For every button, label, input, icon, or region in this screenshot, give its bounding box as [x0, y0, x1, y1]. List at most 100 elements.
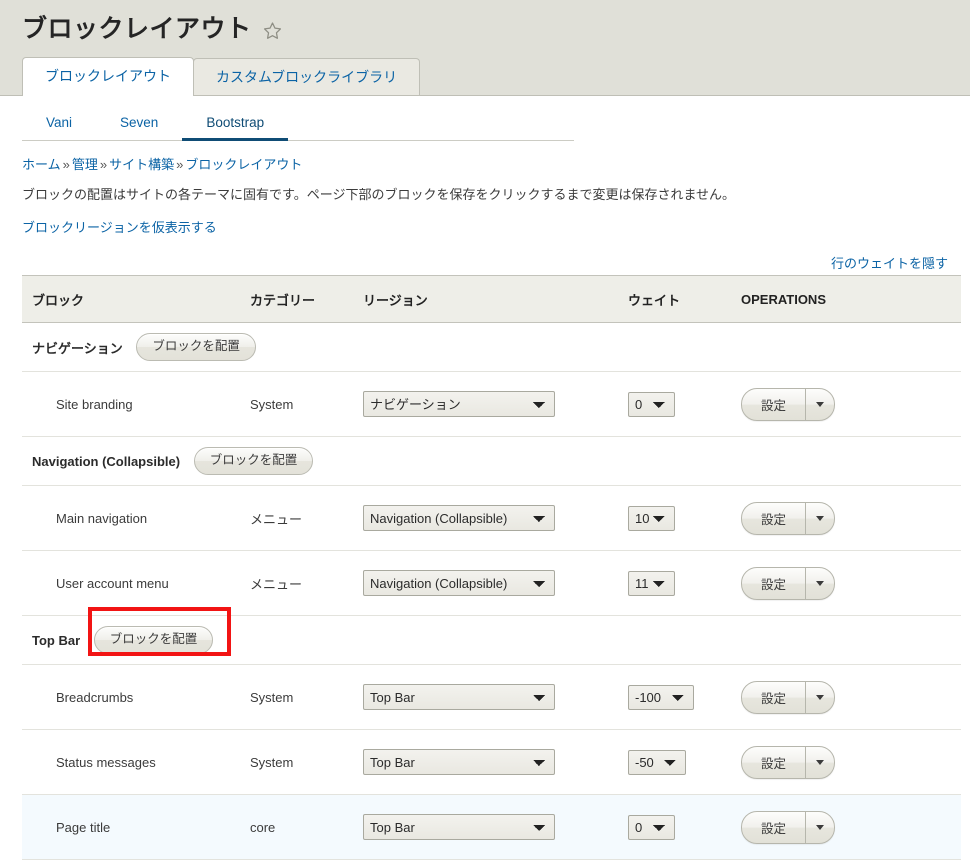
region-select[interactable]: Navigation (Collapsible)	[363, 505, 555, 531]
weight-toggle-row: 行のウェイトを隠す	[22, 253, 948, 272]
operations-dropdown-toggle[interactable]	[806, 568, 834, 599]
theme-tabs: Vani Seven Bootstrap	[22, 96, 574, 141]
configure-button[interactable]: 設定	[742, 682, 806, 713]
weight-select[interactable]: -100	[628, 685, 694, 710]
cell-region: ナビゲーション	[363, 372, 628, 437]
cell-region: Top Bar	[363, 665, 628, 730]
region-cell: ナビゲーション ブロックを配置	[22, 323, 961, 372]
weight-select[interactable]: 11	[628, 571, 675, 596]
operations-split-button[interactable]: 設定	[741, 567, 835, 600]
region-select[interactable]: Top Bar	[363, 814, 555, 840]
cell-region: Navigation (Collapsible)	[363, 551, 628, 616]
operations-dropdown-toggle[interactable]	[806, 812, 834, 843]
table-body: ナビゲーション ブロックを配置 Site branding System ナビゲ…	[22, 323, 961, 860]
region-title: Top Bar	[32, 633, 80, 648]
region-select[interactable]: ナビゲーション	[363, 391, 555, 417]
cell-weight: 0	[628, 795, 741, 860]
main-content: ホーム»管理»サイト構築»ブロックレイアウト ブロックの配置はサイトの各テーマに…	[0, 141, 970, 860]
page-title: ブロックレイアウト	[22, 17, 252, 42]
breadcrumb-separator: »	[174, 157, 185, 172]
place-block-button[interactable]: ブロックを配置	[94, 626, 214, 654]
weight-select[interactable]: 0	[628, 392, 675, 417]
operations-dropdown-toggle[interactable]	[806, 503, 834, 534]
configure-button[interactable]: 設定	[742, 503, 806, 534]
breadcrumb-separator: »	[61, 157, 72, 172]
cell-category: System	[250, 372, 363, 437]
page-title-row: ブロックレイアウト	[0, 0, 970, 44]
toggle-row-weights-link[interactable]: 行のウェイトを隠す	[831, 256, 948, 271]
star-outline-icon[interactable]	[263, 21, 282, 40]
cell-operations: 設定	[741, 372, 961, 437]
region-cell: Navigation (Collapsible) ブロックを配置	[22, 437, 961, 486]
operations-dropdown-toggle[interactable]	[806, 389, 834, 420]
configure-button[interactable]: 設定	[742, 747, 806, 778]
column-header-operations: OPERATIONS	[741, 276, 961, 323]
chevron-down-icon	[816, 695, 824, 700]
operations-split-button[interactable]: 設定	[741, 502, 835, 535]
configure-button[interactable]: 設定	[742, 568, 806, 599]
cell-weight: 0	[628, 372, 741, 437]
breadcrumb-item-block-layout[interactable]: ブロックレイアウト	[185, 157, 302, 172]
place-block-button[interactable]: ブロックを配置	[194, 447, 314, 475]
region-title: ナビゲーション	[32, 338, 123, 357]
region-row: ナビゲーション ブロックを配置	[22, 323, 961, 372]
operations-dropdown-toggle[interactable]	[806, 682, 834, 713]
operations-split-button[interactable]: 設定	[741, 746, 835, 779]
cell-block-name: Page title	[22, 795, 250, 860]
breadcrumb-separator: »	[98, 157, 109, 172]
table-row: Page title core Top Bar 0 設定	[22, 795, 961, 860]
operations-dropdown-toggle[interactable]	[806, 747, 834, 778]
theme-tabs-bar: Vani Seven Bootstrap	[0, 95, 970, 141]
cell-block-name: Site branding	[22, 372, 250, 437]
operations-split-button[interactable]: 設定	[741, 681, 835, 714]
intro-description: ブロックの配置はサイトの各テーマに固有です。ページ下部のブロックを保存をクリック…	[22, 185, 948, 204]
chevron-down-icon	[816, 581, 824, 586]
region-row: Top Bar ブロックを配置	[22, 616, 961, 665]
table-row: Status messages System Top Bar -50 設定	[22, 730, 961, 795]
tab-block-layout[interactable]: ブロックレイアウト	[22, 57, 194, 96]
cell-operations: 設定	[741, 551, 961, 616]
weight-select[interactable]: 10	[628, 506, 675, 531]
cell-category: メニュー	[250, 486, 363, 551]
region-select[interactable]: Navigation (Collapsible)	[363, 570, 555, 596]
block-layout-table: ブロック カテゴリー リージョン ウェイト OPERATIONS ナビゲーション…	[22, 275, 961, 860]
weight-select[interactable]: -50	[628, 750, 686, 775]
operations-split-button[interactable]: 設定	[741, 811, 835, 844]
region-select[interactable]: Top Bar	[363, 749, 555, 775]
table-row: User account menu メニュー Navigation (Colla…	[22, 551, 961, 616]
table-row: Main navigation メニュー Navigation (Collaps…	[22, 486, 961, 551]
cell-category: メニュー	[250, 551, 363, 616]
operations-split-button[interactable]: 設定	[741, 388, 835, 421]
tab-custom-block-library[interactable]: カスタムブロックライブラリ	[193, 58, 420, 96]
cell-operations: 設定	[741, 730, 961, 795]
breadcrumb-item-admin[interactable]: 管理	[72, 157, 98, 172]
configure-button[interactable]: 設定	[742, 812, 806, 843]
cell-block-name: User account menu	[22, 551, 250, 616]
cell-weight: 11	[628, 551, 741, 616]
cell-block-name: Main navigation	[22, 486, 250, 551]
cell-category: System	[250, 665, 363, 730]
table-row: Breadcrumbs System Top Bar -100 設定	[22, 665, 961, 730]
cell-operations: 設定	[741, 665, 961, 730]
region-row: Navigation (Collapsible) ブロックを配置	[22, 437, 961, 486]
breadcrumb-item-home[interactable]: ホーム	[22, 157, 61, 172]
cell-operations: 設定	[741, 486, 961, 551]
chevron-down-icon	[816, 825, 824, 830]
cell-region: Top Bar	[363, 730, 628, 795]
cell-weight: -50	[628, 730, 741, 795]
configure-button[interactable]: 設定	[742, 389, 806, 420]
page-header: ブロックレイアウト ブロックレイアウト カスタムブロックライブラリ	[0, 0, 970, 96]
table-header: ブロック カテゴリー リージョン ウェイト OPERATIONS	[22, 276, 961, 323]
column-header-block: ブロック	[22, 276, 250, 323]
demo-block-regions-link[interactable]: ブロックリージョンを仮表示する	[22, 217, 217, 236]
theme-tab-vani[interactable]: Vani	[22, 115, 96, 140]
breadcrumb: ホーム»管理»サイト構築»ブロックレイアウト	[22, 141, 948, 174]
theme-tab-bootstrap[interactable]: Bootstrap	[182, 115, 288, 140]
place-block-button[interactable]: ブロックを配置	[136, 333, 256, 361]
weight-select[interactable]: 0	[628, 815, 675, 840]
region-select[interactable]: Top Bar	[363, 684, 555, 710]
theme-tab-seven[interactable]: Seven	[96, 115, 182, 140]
breadcrumb-item-structure[interactable]: サイト構築	[109, 157, 174, 172]
column-header-region: リージョン	[363, 276, 628, 323]
region-cell: Top Bar ブロックを配置	[22, 616, 961, 665]
